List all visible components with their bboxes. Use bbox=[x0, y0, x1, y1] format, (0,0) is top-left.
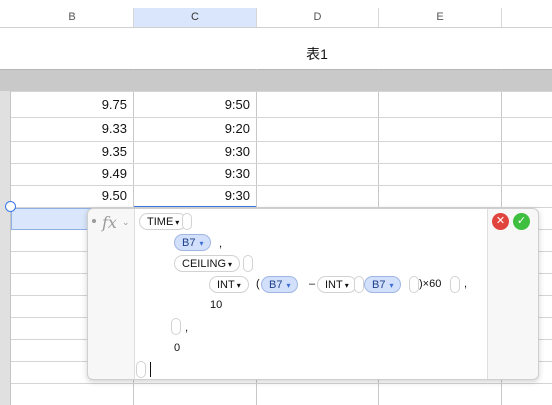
dropdown-arrow-icon: ▾ bbox=[286, 281, 291, 290]
dropdown-arrow-icon: ▾ bbox=[344, 281, 349, 290]
function-name: TIME bbox=[147, 216, 174, 228]
close-paren-token bbox=[450, 276, 460, 293]
formula-text-area[interactable]: TIME ▾ B7 ▾ , CEILING ▾ INT ▾ ( B7 ▾ – INT ▾ B… bbox=[134, 209, 488, 379]
minus-operator: – bbox=[309, 278, 316, 290]
cell-c[interactable]: 9:50 bbox=[134, 94, 256, 116]
grid-line bbox=[539, 339, 552, 340]
reference-label: B7 bbox=[269, 279, 283, 291]
comma-separator: , bbox=[185, 322, 189, 334]
column-header-d[interactable]: D bbox=[257, 8, 379, 27]
cell-reference-token[interactable]: B7 ▾ bbox=[174, 234, 212, 251]
grid-line bbox=[539, 361, 552, 362]
accept-button[interactable]: ✓ bbox=[513, 213, 530, 230]
close-paren-token bbox=[171, 318, 181, 335]
close-paren-token bbox=[409, 276, 419, 293]
grid-line bbox=[11, 251, 87, 252]
grid-line bbox=[539, 273, 552, 274]
text-caret bbox=[150, 362, 151, 377]
function-token-ceiling[interactable]: CEILING ▾ bbox=[174, 255, 241, 272]
column-header-b[interactable]: B bbox=[11, 8, 134, 27]
row-gutter[interactable] bbox=[0, 91, 11, 405]
function-token-int[interactable]: INT ▾ bbox=[209, 276, 249, 293]
multiply-operator: )×60 bbox=[419, 278, 442, 290]
cancel-button[interactable]: ✕ bbox=[492, 213, 509, 230]
cell-reference-token[interactable]: B7 ▾ bbox=[364, 276, 402, 293]
open-paren: ( bbox=[256, 278, 260, 290]
column-header-e[interactable]: E bbox=[379, 8, 502, 27]
grid-line bbox=[539, 251, 552, 252]
column-label: B bbox=[68, 11, 76, 23]
column-label: C bbox=[191, 11, 199, 23]
comma-separator: , bbox=[219, 238, 223, 250]
cell-b[interactable]: 9.50 bbox=[11, 185, 133, 207]
dropdown-arrow-icon: ▾ bbox=[228, 260, 233, 269]
grid-line bbox=[11, 91, 552, 92]
cell-b[interactable]: 9.35 bbox=[11, 141, 133, 163]
cell-c[interactable]: 9:30 bbox=[134, 185, 256, 207]
grid-line bbox=[539, 229, 552, 230]
cell-c[interactable]: 9:30 bbox=[134, 163, 256, 185]
cell-reference-token[interactable]: B7 ▾ bbox=[261, 276, 299, 293]
grid-line bbox=[539, 317, 552, 318]
function-token-int[interactable]: INT ▾ bbox=[317, 276, 357, 293]
function-token-time[interactable]: TIME ▾ bbox=[139, 213, 188, 230]
grid-line bbox=[11, 339, 87, 340]
dropdown-arrow-icon: ▾ bbox=[236, 281, 241, 290]
open-paren-token bbox=[354, 276, 364, 293]
grid-line bbox=[11, 361, 87, 362]
cell-b[interactable]: 9.49 bbox=[11, 163, 133, 185]
significance-argument[interactable]: 10 bbox=[210, 297, 222, 314]
reference-label: B7 bbox=[372, 279, 386, 291]
fx-icon[interactable]: fx bbox=[102, 213, 117, 232]
grid-line bbox=[11, 383, 552, 384]
table-header-row[interactable] bbox=[0, 69, 552, 91]
cell-b[interactable]: 9.75 bbox=[11, 94, 133, 116]
column-header-divider bbox=[0, 27, 552, 28]
reference-label: B7 bbox=[182, 237, 196, 249]
chevron-down-icon[interactable]: ⌄ bbox=[122, 217, 130, 228]
close-paren-token bbox=[136, 361, 146, 378]
grid-line bbox=[11, 295, 87, 296]
function-name: INT bbox=[217, 279, 235, 291]
function-name: CEILING bbox=[182, 258, 227, 270]
drag-dot-icon[interactable] bbox=[92, 219, 96, 223]
grid-line bbox=[11, 273, 87, 274]
cell-b[interactable]: 9.33 bbox=[11, 118, 133, 140]
dropdown-arrow-icon: ▾ bbox=[199, 239, 204, 248]
function-name: INT bbox=[325, 279, 343, 291]
grid-line bbox=[11, 317, 87, 318]
dropdown-arrow-icon: ▾ bbox=[389, 281, 394, 290]
dropdown-arrow-icon: ▾ bbox=[175, 218, 180, 227]
comma-separator: , bbox=[464, 278, 468, 290]
formula-editor[interactable]: fx ⌄ TIME ▾ B7 ▾ , CEILING ▾ INT ▾ ( B7 ▾ – I… bbox=[87, 208, 539, 380]
open-paren-token bbox=[182, 213, 192, 230]
column-header-c[interactable]: C bbox=[134, 8, 257, 27]
column-label: D bbox=[313, 11, 322, 23]
column-label: E bbox=[436, 11, 444, 23]
open-paren-token bbox=[243, 255, 253, 272]
cell-c[interactable]: 9:30 bbox=[134, 141, 256, 163]
cell-c[interactable]: 9:20 bbox=[134, 118, 256, 140]
grid-line bbox=[539, 295, 552, 296]
table-title[interactable]: 表1 bbox=[277, 44, 357, 64]
selection-handle[interactable] bbox=[5, 201, 16, 212]
seconds-argument[interactable]: 0 bbox=[174, 340, 180, 357]
